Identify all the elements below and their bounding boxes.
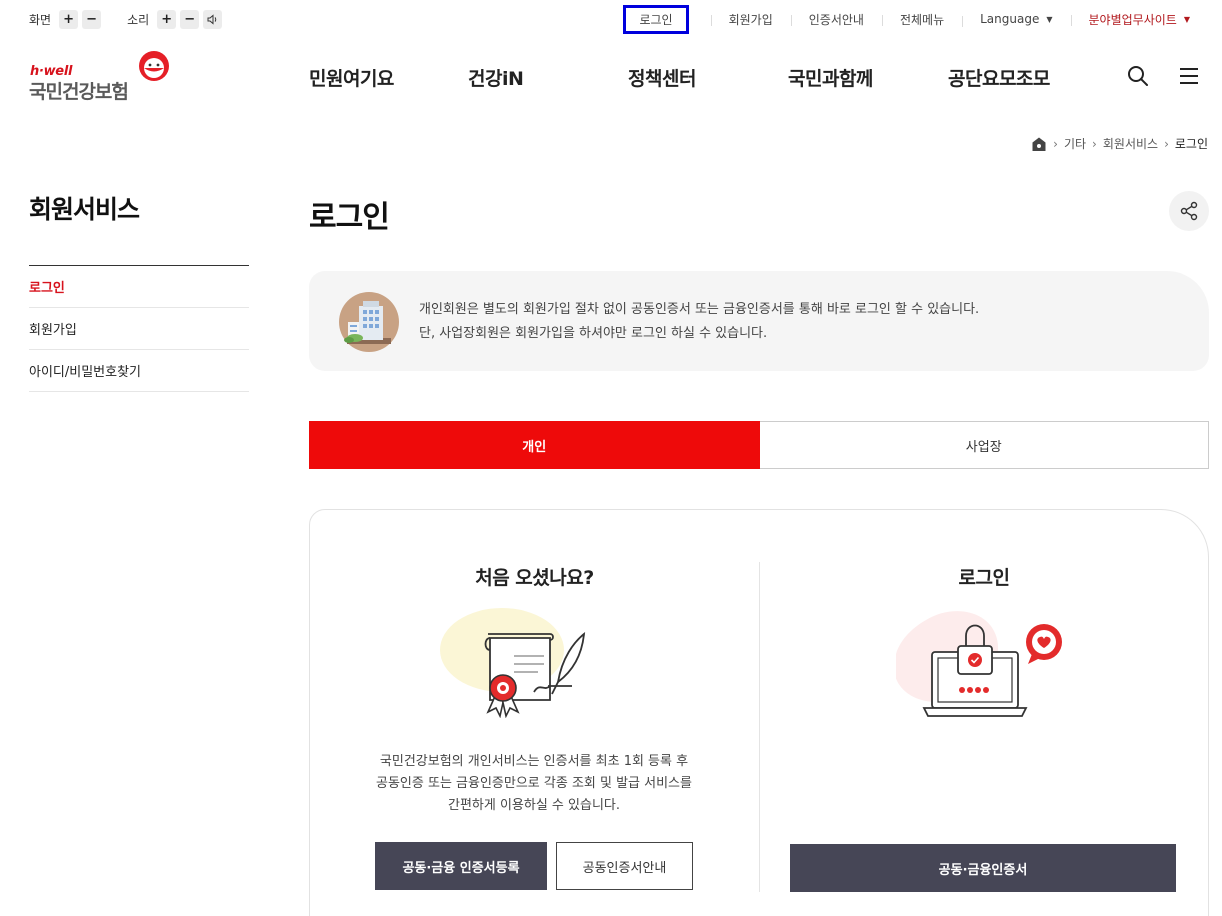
volume-down-button[interactable]: − (180, 10, 200, 29)
login-link[interactable]: 로그인 (623, 4, 689, 34)
language-label: Language (980, 12, 1040, 26)
util-login-item: 로그인 (605, 4, 710, 34)
gnb-item-together[interactable]: 국민과함께 (788, 64, 873, 91)
signup-link[interactable]: 회원가입 (710, 11, 791, 28)
lnb-item-login[interactable]: 로그인 (29, 266, 249, 308)
notice-text: 개인회원은 별도의 회원가입 절차 없이 공동인증서 또는 금융인증서를 통해 … (419, 298, 979, 346)
login-notice-box: 개인회원은 별도의 회원가입 절차 없이 공동인증서 또는 금융인증서를 통해 … (309, 271, 1209, 371)
volume-up-button[interactable]: + (157, 10, 177, 29)
page-title: 로그인 (309, 200, 390, 235)
home-icon[interactable] (1031, 136, 1047, 152)
gnb-item-about[interactable]: 공단요모조모 (948, 64, 1050, 91)
column-divider (759, 562, 760, 892)
accessibility-controls: 화면 + − 소리 + − (29, 10, 248, 29)
building-icon (339, 292, 399, 352)
register-cert-button[interactable]: 공동·금융 인증서등록 (375, 842, 547, 890)
chevron-down-icon: ▼ (1046, 14, 1053, 24)
description-line: 국민건강보험의 개인서비스는 인증서를 최초 1회 등록 후 (379, 754, 689, 769)
gnb-item-policy[interactable]: 정책센터 (628, 64, 696, 91)
language-select[interactable]: Language ▼ (962, 12, 1070, 27)
breadcrumb: › 기타 › 회원서비스 › 로그인 (1031, 135, 1208, 152)
field-sites-label: 분야별업무사이트 (1088, 12, 1177, 27)
screen-zoom-in-button[interactable]: + (59, 10, 79, 29)
cert-guide-button[interactable]: 공동인증서안내 (556, 842, 693, 890)
breadcrumb-current: 로그인 (1174, 137, 1208, 151)
chevron-down-icon: ▼ (1183, 14, 1190, 24)
side-navigation: 로그인 회원가입 아이디/비밀번호찾기 (29, 265, 249, 392)
menu-icon[interactable] (1179, 65, 1199, 87)
notice-line: 단, 사업장회원은 회원가입을 하셔야만 로그인 하실 수 있습니다. (419, 326, 768, 341)
description-line: 간편하게 이용하실 수 있습니다. (447, 798, 620, 813)
lnb-title: 회원서비스 (29, 195, 140, 224)
sound-label: 소리 (127, 13, 150, 27)
first-visit-description: 국민건강보험의 개인서비스는 인증서를 최초 1회 등록 후 공동인증 또는 금… (340, 751, 728, 817)
breadcrumb-chevron-icon: › (1164, 136, 1169, 151)
login-column-title: 로그인 (958, 567, 1010, 589)
screen-size-group: 화면 + − (29, 10, 105, 29)
cert-login-button[interactable]: 공동·금융인증서 (790, 844, 1176, 892)
laptop-lock-icon (896, 611, 1062, 717)
notice-line: 개인회원은 별도의 회원가입 절차 없이 공동인증서 또는 금융인증서를 통해 … (419, 302, 980, 317)
speaker-button[interactable] (203, 10, 223, 29)
share-icon (1180, 201, 1198, 221)
description-line: 공동인증 또는 금융인증만으로 각종 조회 및 발급 서비스를 (376, 776, 692, 791)
field-sites-select[interactable]: 분야별업무사이트 ▼ (1070, 11, 1208, 28)
breadcrumb-chevron-icon: › (1092, 136, 1097, 151)
sound-group: 소리 + − (127, 10, 226, 29)
breadcrumb-chevron-icon: › (1053, 136, 1058, 151)
certificate-icon (440, 608, 586, 718)
gnb-item-civil[interactable]: 민원여기요 (309, 64, 394, 91)
tab-personal[interactable]: 개인 (309, 421, 760, 469)
share-button[interactable] (1169, 191, 1209, 231)
speaker-icon (207, 14, 217, 25)
member-type-tabs: 개인 사업장 (309, 421, 1209, 469)
lnb-item-find-account[interactable]: 아이디/비밀번호찾기 (29, 350, 249, 392)
breadcrumb-item[interactable]: 기타 (1064, 135, 1086, 152)
screen-size-label: 화면 (29, 13, 52, 27)
gnb-item-health-in[interactable]: 건강iN (468, 64, 524, 91)
main-navigation: 민원여기요 건강iN 정책센터 국민과함께 공단요모조모 (0, 64, 1222, 90)
utility-links: 로그인 회원가입 인증서안내 전체메뉴 Language ▼ 분야별업무사이트 … (605, 0, 1208, 38)
tab-business[interactable]: 사업장 (759, 421, 1209, 469)
login-card: 처음 오셨나요? 국민건강보험의 개인서비스는 인증서를 최초 1회 등록 후 … (309, 509, 1209, 916)
lnb-item-signup[interactable]: 회원가입 (29, 308, 249, 350)
all-menu-link[interactable]: 전체메뉴 (881, 11, 962, 28)
screen-zoom-out-button[interactable]: − (82, 10, 102, 29)
breadcrumb-item[interactable]: 회원서비스 (1103, 135, 1158, 152)
search-icon[interactable] (1127, 65, 1149, 87)
first-visit-title: 처음 오셨나요? (475, 567, 594, 589)
cert-guide-link[interactable]: 인증서안내 (790, 11, 882, 28)
